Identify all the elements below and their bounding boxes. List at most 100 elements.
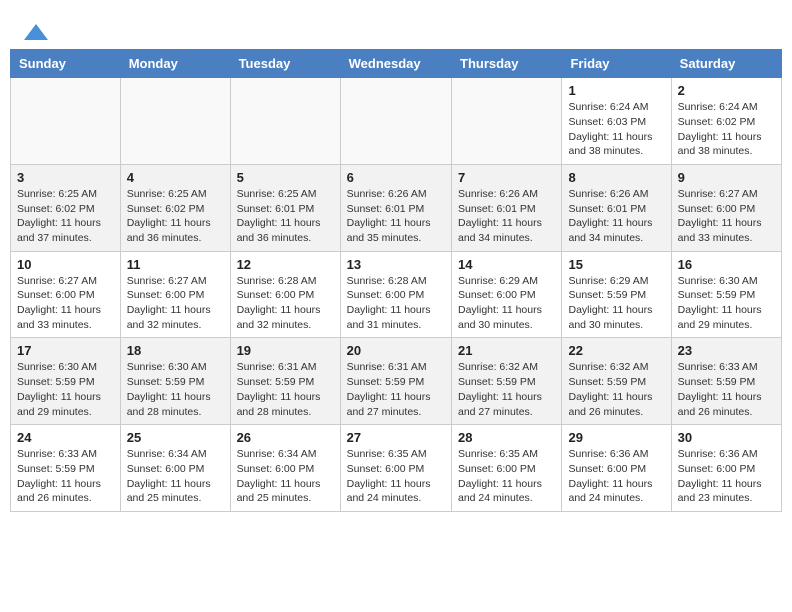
day-info: Sunrise: 6:26 AMSunset: 6:01 PMDaylight:… (347, 187, 445, 246)
day-info: Sunrise: 6:25 AMSunset: 6:02 PMDaylight:… (17, 187, 114, 246)
day-cell: 8Sunrise: 6:26 AMSunset: 6:01 PMDaylight… (562, 164, 671, 251)
day-info: Sunrise: 6:26 AMSunset: 6:01 PMDaylight:… (568, 187, 664, 246)
day-info: Sunrise: 6:25 AMSunset: 6:01 PMDaylight:… (237, 187, 334, 246)
day-cell: 24Sunrise: 6:33 AMSunset: 5:59 PMDayligh… (11, 425, 121, 512)
day-number: 4 (127, 170, 224, 185)
day-info: Sunrise: 6:25 AMSunset: 6:02 PMDaylight:… (127, 187, 224, 246)
day-info: Sunrise: 6:33 AMSunset: 5:59 PMDaylight:… (17, 447, 114, 506)
day-number: 16 (678, 257, 775, 272)
day-cell: 12 Sunrise: 6:28 AMSunset: 6:00 PMDayligh… (230, 251, 340, 338)
day-number: 1 (568, 83, 664, 98)
day-number: 21 (458, 343, 555, 358)
day-number: 3 (17, 170, 114, 185)
day-cell: 1 Sunrise: 6:24 AMSunset: 6:03 PMDaylight… (562, 78, 671, 165)
day-cell: 13 Sunrise: 6:28 AMSunset: 6:00 PMDayligh… (340, 251, 451, 338)
day-number: 30 (678, 430, 775, 445)
week-row-5: 24Sunrise: 6:33 AMSunset: 5:59 PMDayligh… (11, 425, 782, 512)
day-info: Sunrise: 6:35 AMSunset: 6:00 PMDaylight:… (347, 447, 445, 506)
day-cell (452, 78, 562, 165)
weekday-header-friday: Friday (562, 50, 671, 78)
day-number: 17 (17, 343, 114, 358)
week-row-1: 1 Sunrise: 6:24 AMSunset: 6:03 PMDaylight… (11, 78, 782, 165)
week-row-2: 3 Sunrise: 6:25 AMSunset: 6:02 PMDaylight… (11, 164, 782, 251)
calendar-wrapper: SundayMondayTuesdayWednesdayThursdayFrid… (0, 49, 792, 522)
weekday-header-sunday: Sunday (11, 50, 121, 78)
day-cell: 29 Sunrise: 6:36 AMSunset: 6:00 PMDayligh… (562, 425, 671, 512)
weekday-header-tuesday: Tuesday (230, 50, 340, 78)
day-cell: 30 Sunrise: 6:36 AMSunset: 6:00 PMDayligh… (671, 425, 781, 512)
logo (20, 20, 52, 44)
week-row-4: 17 Sunrise: 6:30 AMSunset: 5:59 PMDayligh… (11, 338, 782, 425)
day-info: Sunrise: 6:30 AMSunset: 5:59 PMDaylight:… (678, 274, 775, 333)
day-cell: 21 Sunrise: 6:32 AMSunset: 5:59 PMDayligh… (452, 338, 562, 425)
day-number: 6 (347, 170, 445, 185)
week-row-3: 10 Sunrise: 6:27 AMSunset: 6:00 PMDayligh… (11, 251, 782, 338)
day-cell: 26Sunrise: 6:34 AMSunset: 6:00 PMDayligh… (230, 425, 340, 512)
day-cell: 16 Sunrise: 6:30 AMSunset: 5:59 PMDayligh… (671, 251, 781, 338)
day-number: 15 (568, 257, 664, 272)
day-info: Sunrise: 6:31 AMSunset: 5:59 PMDaylight:… (347, 360, 445, 419)
day-number: 28 (458, 430, 555, 445)
day-info: Sunrise: 6:29 AMSunset: 5:59 PMDaylight:… (568, 274, 664, 333)
day-number: 27 (347, 430, 445, 445)
day-info: Sunrise: 6:36 AMSunset: 6:00 PMDaylight:… (568, 447, 664, 506)
day-cell: 11Sunrise: 6:27 AMSunset: 6:00 PMDayligh… (120, 251, 230, 338)
day-cell: 5 Sunrise: 6:25 AMSunset: 6:01 PMDaylight… (230, 164, 340, 251)
logo-text (20, 20, 52, 44)
day-number: 2 (678, 83, 775, 98)
day-info: Sunrise: 6:34 AMSunset: 6:00 PMDaylight:… (127, 447, 224, 506)
day-cell: 2 Sunrise: 6:24 AMSunset: 6:02 PMDaylight… (671, 78, 781, 165)
day-cell: 10 Sunrise: 6:27 AMSunset: 6:00 PMDayligh… (11, 251, 121, 338)
day-info: Sunrise: 6:35 AMSunset: 6:00 PMDaylight:… (458, 447, 555, 506)
weekday-header-monday: Monday (120, 50, 230, 78)
weekday-header-row: SundayMondayTuesdayWednesdayThursdayFrid… (11, 50, 782, 78)
day-cell: 23 Sunrise: 6:33 AMSunset: 5:59 PMDayligh… (671, 338, 781, 425)
day-cell: 22 Sunrise: 6:32 AMSunset: 5:59 PMDayligh… (562, 338, 671, 425)
day-info: Sunrise: 6:36 AMSunset: 6:00 PMDaylight:… (678, 447, 775, 506)
day-info: Sunrise: 6:28 AMSunset: 6:00 PMDaylight:… (347, 274, 445, 333)
day-info: Sunrise: 6:27 AMSunset: 6:00 PMDaylight:… (127, 274, 224, 333)
weekday-header-thursday: Thursday (452, 50, 562, 78)
day-cell: 6 Sunrise: 6:26 AMSunset: 6:01 PMDaylight… (340, 164, 451, 251)
day-info: Sunrise: 6:27 AMSunset: 6:00 PMDaylight:… (17, 274, 114, 333)
day-info: Sunrise: 6:32 AMSunset: 5:59 PMDaylight:… (568, 360, 664, 419)
day-info: Sunrise: 6:28 AMSunset: 6:00 PMDaylight:… (237, 274, 334, 333)
day-cell: 14 Sunrise: 6:29 AMSunset: 6:00 PMDayligh… (452, 251, 562, 338)
day-info: Sunrise: 6:27 AMSunset: 6:00 PMDaylight:… (678, 187, 775, 246)
day-info: Sunrise: 6:29 AMSunset: 6:00 PMDaylight:… (458, 274, 555, 333)
day-cell: 3 Sunrise: 6:25 AMSunset: 6:02 PMDaylight… (11, 164, 121, 251)
day-info: Sunrise: 6:32 AMSunset: 5:59 PMDaylight:… (458, 360, 555, 419)
day-cell (340, 78, 451, 165)
day-cell: 25 Sunrise: 6:34 AMSunset: 6:00 PMDayligh… (120, 425, 230, 512)
day-number: 25 (127, 430, 224, 445)
day-number: 22 (568, 343, 664, 358)
day-info: Sunrise: 6:33 AMSunset: 5:59 PMDaylight:… (678, 360, 775, 419)
day-cell: 9 Sunrise: 6:27 AMSunset: 6:00 PMDaylight… (671, 164, 781, 251)
day-info: Sunrise: 6:30 AMSunset: 5:59 PMDaylight:… (17, 360, 114, 419)
day-number: 18 (127, 343, 224, 358)
day-info: Sunrise: 6:24 AMSunset: 6:03 PMDaylight:… (568, 100, 664, 159)
day-number: 7 (458, 170, 555, 185)
weekday-header-saturday: Saturday (671, 50, 781, 78)
header (0, 0, 792, 49)
day-cell (120, 78, 230, 165)
day-info: Sunrise: 6:31 AMSunset: 5:59 PMDaylight:… (237, 360, 334, 419)
day-cell: 7Sunrise: 6:26 AMSunset: 6:01 PMDaylight… (452, 164, 562, 251)
day-info: Sunrise: 6:24 AMSunset: 6:02 PMDaylight:… (678, 100, 775, 159)
day-number: 13 (347, 257, 445, 272)
day-number: 5 (237, 170, 334, 185)
day-number: 14 (458, 257, 555, 272)
day-number: 29 (568, 430, 664, 445)
day-info: Sunrise: 6:30 AMSunset: 5:59 PMDaylight:… (127, 360, 224, 419)
calendar: SundayMondayTuesdayWednesdayThursdayFrid… (10, 49, 782, 512)
day-cell (11, 78, 121, 165)
day-number: 23 (678, 343, 775, 358)
day-number: 19 (237, 343, 334, 358)
day-number: 12 (237, 257, 334, 272)
logo-icon (22, 22, 50, 44)
day-cell: 17 Sunrise: 6:30 AMSunset: 5:59 PMDayligh… (11, 338, 121, 425)
weekday-header-wednesday: Wednesday (340, 50, 451, 78)
day-cell: 27 Sunrise: 6:35 AMSunset: 6:00 PMDayligh… (340, 425, 451, 512)
day-number: 9 (678, 170, 775, 185)
day-number: 10 (17, 257, 114, 272)
